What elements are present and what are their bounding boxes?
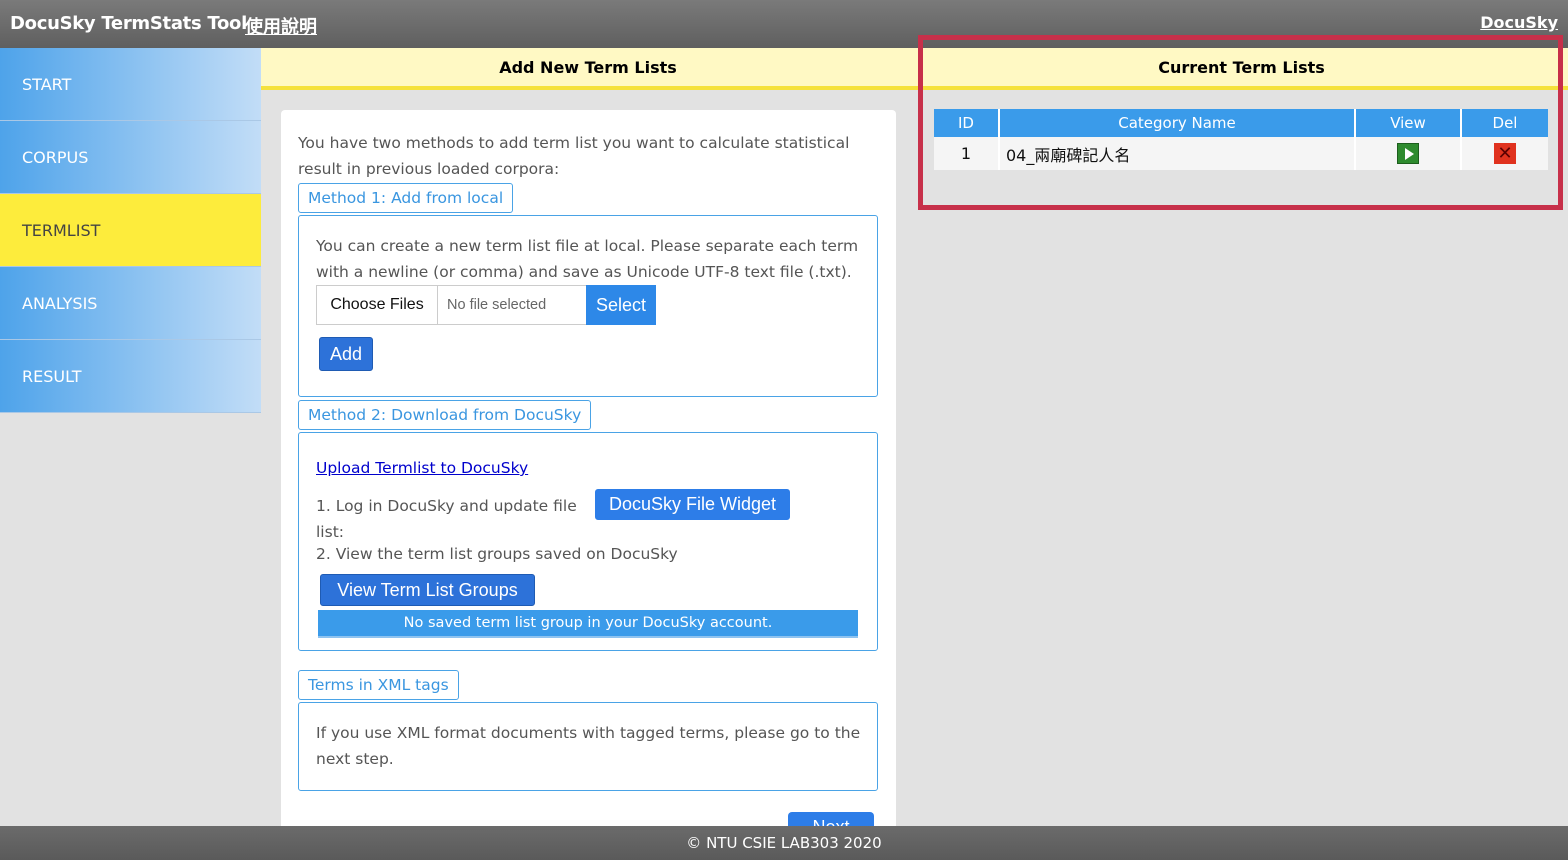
col-id: ID [934,109,1000,137]
col-del: Del [1462,109,1548,137]
file-status: No file selected [438,285,586,325]
add-button[interactable]: Add [319,337,373,371]
row-id: 1 [934,137,1000,170]
footer: © NTU CSIE LAB303 2020 [0,826,1568,860]
sidebar-item-termlist[interactable]: TERMLIST [0,194,261,267]
sidebar-item-start[interactable]: START [0,48,261,121]
method1-tag: Method 1: Add from local [298,183,514,213]
docusky-file-widget-button[interactable]: DocuSky File Widget [595,489,790,520]
step1-text: 1. Log in DocuSky and update file list: [316,497,577,541]
method1-box: You can create a new term list file at l… [298,215,878,397]
view-cell [1356,137,1462,170]
add-term-lists-card: You have two methods to add term list yo… [281,110,896,840]
view-term-list-groups-button[interactable]: View Term List Groups [320,574,535,606]
xml-tag: Terms in XML tags [298,670,459,700]
step2-text: 2. View the term list groups saved on Do… [316,545,678,563]
method2-box: Upload Termlist to DocuSky 1. Log in Doc… [298,432,878,651]
del-cell: ✕ [1462,137,1548,170]
row-category-name: 04_兩廟碑記人名 [1000,137,1356,170]
choose-files-button[interactable]: Choose Files [316,285,438,325]
table-header-row: ID Category Name View Del [934,109,1548,137]
method2-tag: Method 2: Download from DocuSky [298,400,592,430]
term-lists-table: ID Category Name View Del 1 04_兩廟碑記人名 ✕ [934,109,1548,170]
close-icon[interactable]: ✕ [1494,143,1516,164]
table-row: 1 04_兩廟碑記人名 ✕ [934,137,1548,170]
col-view: View [1356,109,1462,137]
app-title: DocuSky TermStats Tool [10,13,247,34]
top-bar: DocuSky TermStats Tool 使用說明 DocuSky [0,0,1568,48]
manual-link[interactable]: 使用說明 [245,13,317,39]
upload-termlist-link[interactable]: Upload Termlist to DocuSky [316,459,528,477]
file-input[interactable]: Choose Files No file selected Select [316,285,656,325]
docusky-link[interactable]: DocuSky [1480,13,1558,32]
current-term-lists-header: Current Term Lists [915,48,1568,90]
sidebar-item-corpus[interactable]: CORPUS [0,121,261,194]
sidebar-item-analysis[interactable]: ANALYSIS [0,267,261,340]
sidebar-item-result[interactable]: RESULT [0,340,261,413]
col-category-name: Category Name [1000,109,1356,137]
sidebar: START CORPUS TERMLIST ANALYSIS RESULT [0,48,261,413]
add-term-lists-header: Add New Term Lists [261,48,915,90]
intro-text: You have two methods to add term list yo… [298,134,850,178]
xml-box: If you use XML format documents with tag… [298,702,878,791]
method1-description: You can create a new term list file at l… [316,237,859,281]
select-button[interactable]: Select [586,285,656,325]
no-saved-message: No saved term list group in your DocuSky… [318,610,858,638]
play-icon[interactable] [1397,143,1419,164]
xml-description: If you use XML format documents with tag… [316,724,861,768]
